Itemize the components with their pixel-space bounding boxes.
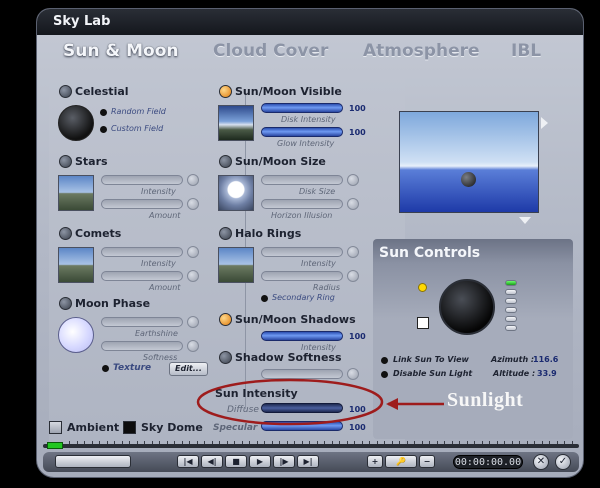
annotation-overlay: [196, 378, 444, 426]
annotation-arrow-head: [386, 398, 398, 410]
highlight-ellipse: [196, 378, 384, 426]
sunlight-annotation: Sunlight: [447, 389, 524, 411]
